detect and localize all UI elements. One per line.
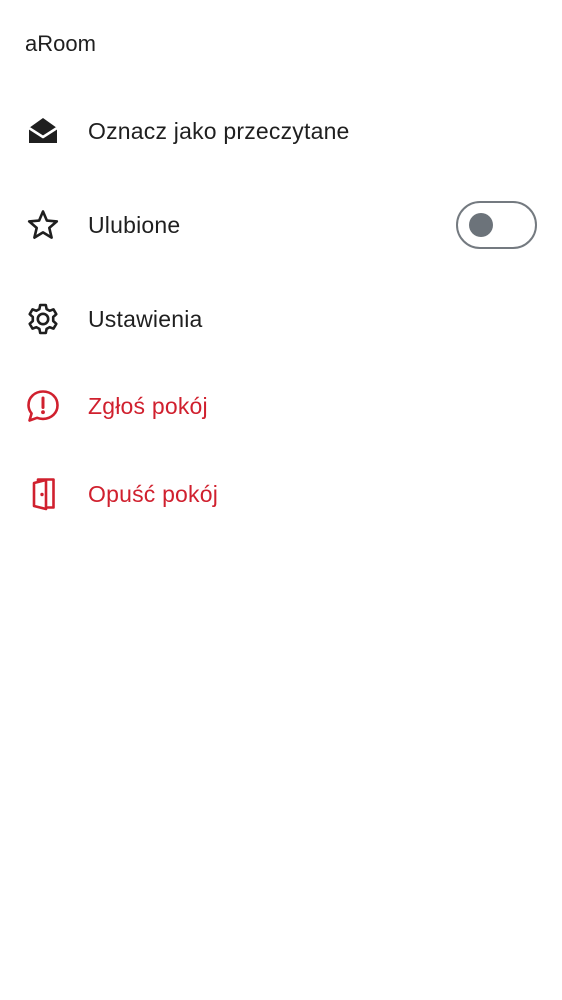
report-room-label: Zgłoś pokój (88, 393, 208, 419)
leave-door-icon (25, 476, 61, 512)
favorite-label: Ulubione (88, 212, 181, 238)
mark-as-read-item[interactable]: Oznacz jako przeczytane (0, 101, 562, 161)
star-icon (25, 207, 61, 243)
toggle-knob (469, 213, 493, 237)
leave-room-item[interactable]: Opuść pokój (0, 464, 562, 524)
report-room-item[interactable]: Zgłoś pokój (0, 376, 562, 436)
gear-icon (25, 301, 61, 337)
settings-item[interactable]: Ustawienia (0, 289, 562, 349)
page-title: aRoom (25, 31, 96, 56)
envelope-open-icon (25, 113, 61, 149)
settings-label: Ustawienia (88, 306, 203, 332)
favorite-toggle[interactable] (456, 201, 537, 249)
favorite-item[interactable]: Ulubione (0, 195, 562, 255)
leave-room-label: Opuść pokój (88, 481, 219, 507)
report-icon (25, 388, 61, 424)
mark-as-read-label: Oznacz jako przeczytane (88, 118, 350, 144)
